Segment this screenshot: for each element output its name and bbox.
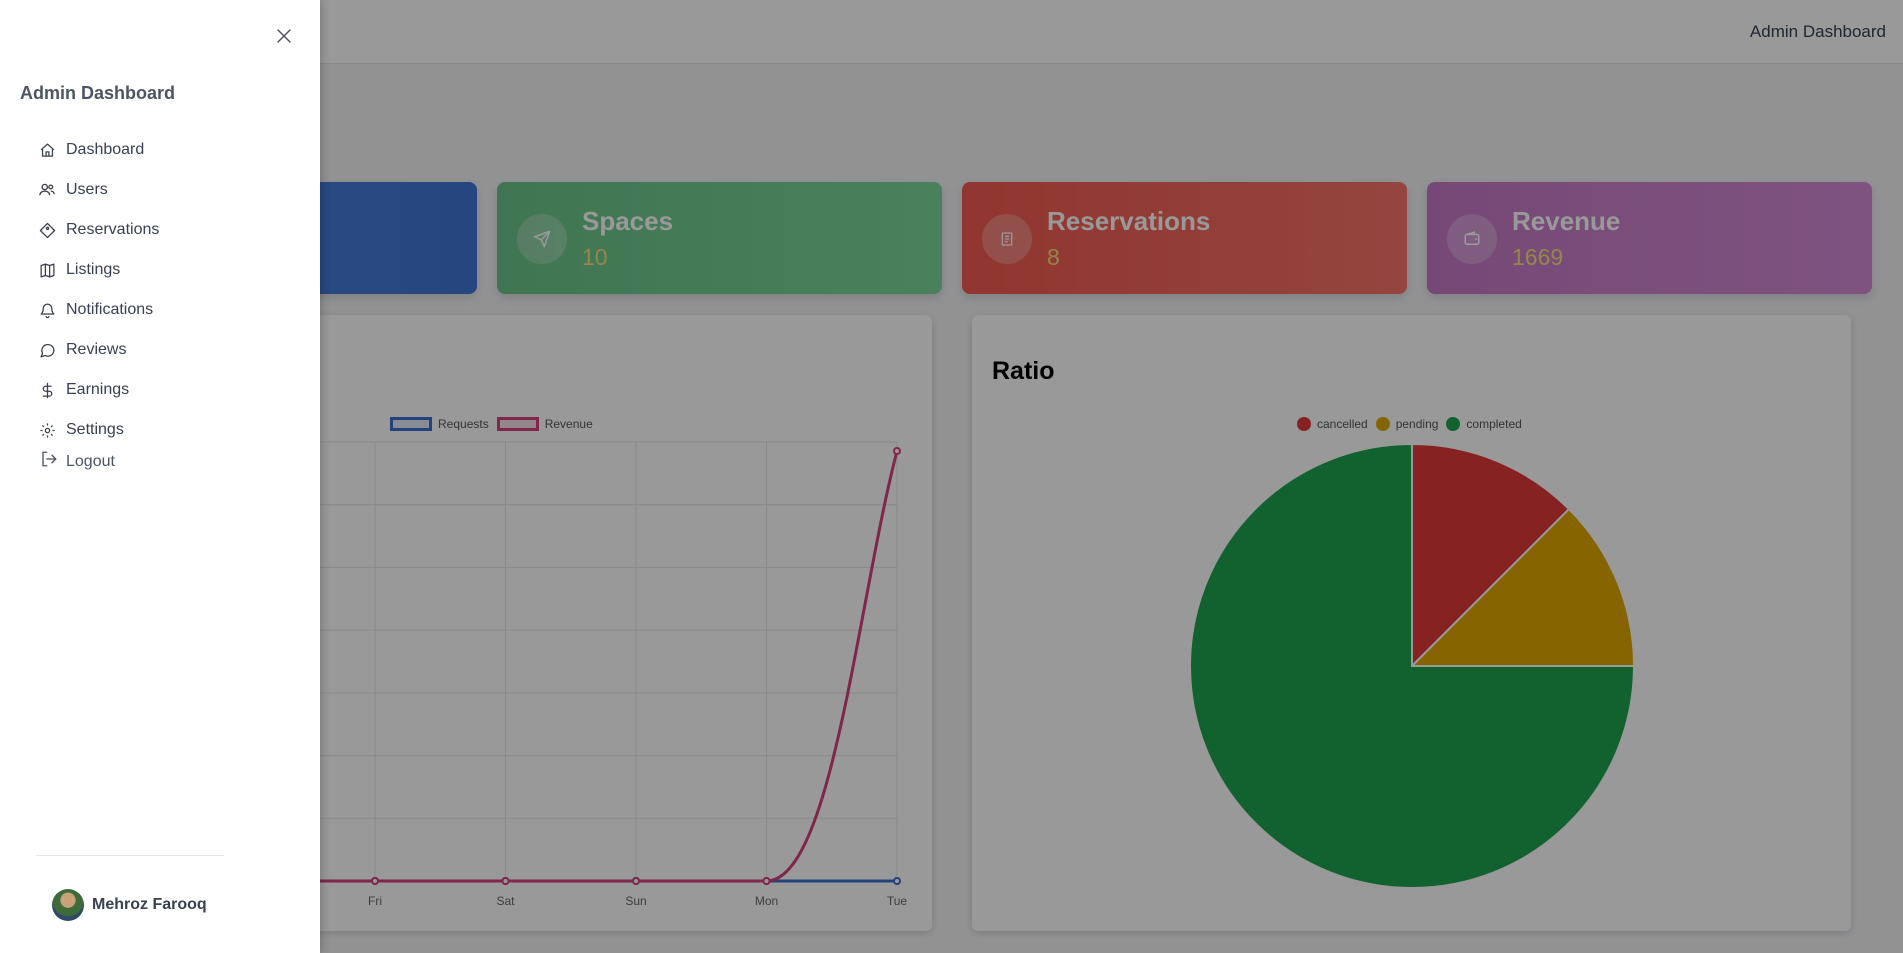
sidebar-item-reviews[interactable]: Reviews [36,330,296,370]
divider [36,855,224,856]
close-icon[interactable] [272,24,296,48]
sidebar-nav: Dashboard Users Reservations Listings No… [36,130,296,450]
sidebar-item-label: Reservations [66,221,160,238]
logout-icon [40,450,58,473]
sidebar-item-reservations[interactable]: Reservations [36,210,296,250]
sidebar-item-label: Dashboard [66,141,145,158]
avatar [52,889,84,921]
bell-icon [36,299,58,321]
sidebar-item-listings[interactable]: Listings [36,250,296,290]
dollar-icon [36,379,58,401]
sidebar-item-users[interactable]: Users [36,170,296,210]
sidebar-item-label: Reviews [66,341,127,358]
drawer-title: Admin Dashboard [20,83,176,103]
users-icon [36,179,58,201]
user-name: Mehroz Farooq [92,896,207,913]
sidebar-item-settings[interactable]: Settings [36,410,296,450]
logout-label: Logout [66,452,115,470]
logout-button[interactable]: Logout [40,450,115,473]
sidebar-item-label: Users [66,181,108,198]
sidebar-item-earnings[interactable]: Earnings [36,370,296,410]
sidebar-item-label: Listings [66,261,121,278]
sidebar-item-dashboard[interactable]: Dashboard [36,130,296,170]
sidebar-item-label: Settings [66,421,124,438]
tag-icon [36,219,58,241]
user-profile[interactable]: Mehroz Farooq [52,889,207,921]
sidebar-item-label: Notifications [66,301,154,318]
map-icon [36,259,58,281]
gear-icon [36,419,58,441]
message-icon [36,339,58,361]
sidebar-drawer: Admin Dashboard Dashboard Users Reservat… [0,0,320,953]
sidebar-item-label: Earnings [66,381,130,398]
sidebar-item-notifications[interactable]: Notifications [36,290,296,330]
home-icon [36,139,58,161]
